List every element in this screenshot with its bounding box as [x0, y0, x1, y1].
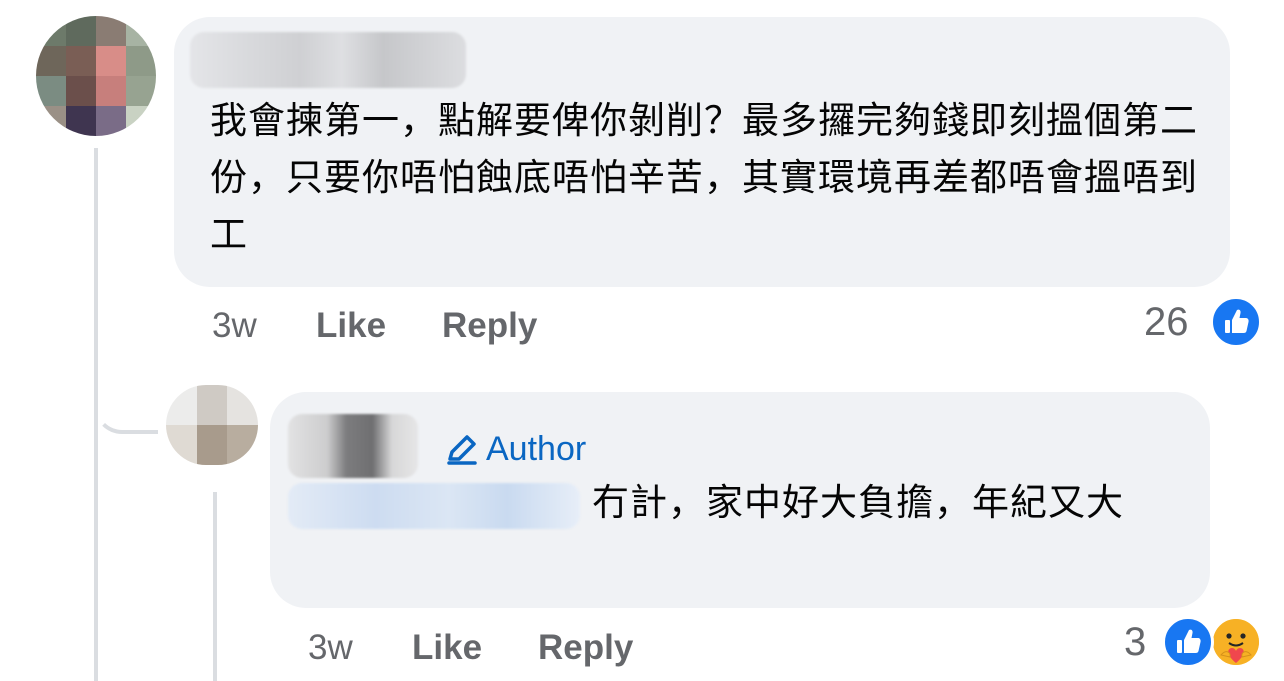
author-label: Author: [486, 429, 587, 468]
reply-text: 冇計，家中好大負擔，年紀又大: [592, 481, 1124, 524]
reply-reaction-count[interactable]: 3: [1124, 620, 1146, 665]
reply-author-name-redacted[interactable]: [288, 414, 418, 478]
author-badge: Author: [444, 426, 586, 472]
reply-reply-button[interactable]: Reply: [538, 628, 633, 668]
reply-like-button[interactable]: Like: [412, 628, 482, 668]
thumbs-up-icon[interactable]: [1162, 616, 1214, 668]
reply-timestamp[interactable]: 3w: [308, 628, 353, 668]
reply-avatar[interactable]: [166, 385, 258, 465]
avatar[interactable]: [36, 16, 156, 136]
reply-actions: 3w Like Reply: [308, 628, 908, 672]
care-icon[interactable]: [1210, 616, 1262, 668]
thumbs-up-icon[interactable]: [1210, 296, 1262, 348]
like-button[interactable]: Like: [316, 306, 386, 346]
commenter-name-redacted[interactable]: [190, 32, 466, 88]
comment-text: 我會揀第一，點解要俾你剝削？最多攞完夠錢即刻搵個第二份，只要你唔怕蝕底唔怕辛苦，…: [210, 99, 1198, 256]
thread-curve: [94, 370, 158, 434]
comment-timestamp[interactable]: 3w: [212, 306, 257, 346]
thread-line-reply: [213, 492, 217, 681]
reply-button[interactable]: Reply: [442, 306, 537, 346]
pencil-icon: [444, 431, 480, 467]
reaction-count[interactable]: 26: [1144, 300, 1189, 345]
comment-actions: 3w Like Reply: [212, 306, 812, 350]
